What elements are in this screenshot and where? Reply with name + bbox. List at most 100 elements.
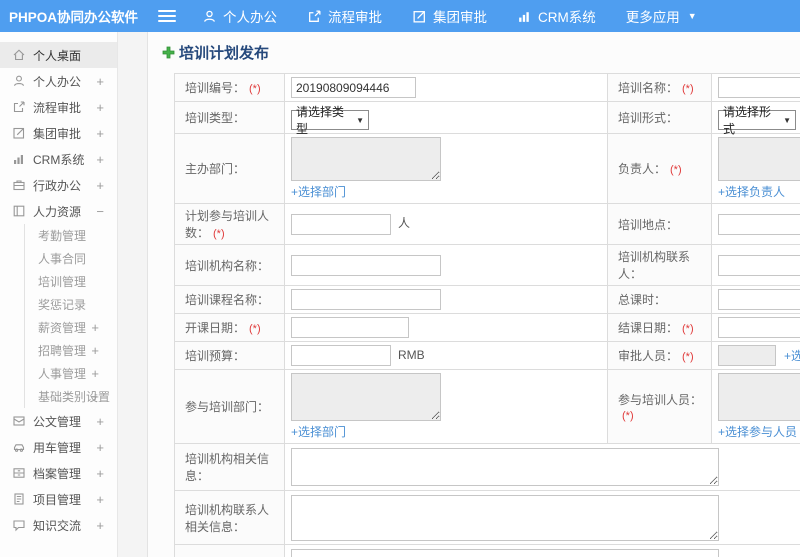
topnav-crm-system[interactable]: CRM系统 <box>517 6 596 26</box>
caret-down-icon: ▼ <box>356 115 364 125</box>
sidebar-item-group-approval[interactable]: 集团审批 + <box>0 120 117 146</box>
sidebar-item-knowledge-exchange[interactable]: 知识交流 + <box>0 512 117 538</box>
expand-toggle[interactable]: + <box>96 126 104 141</box>
end-date-input[interactable] <box>718 317 800 338</box>
sidebar-label: 培训管理 <box>38 275 87 289</box>
field-label-org-contact: 培训机构联系人： <box>607 244 712 286</box>
expand-toggle[interactable]: + <box>96 492 104 507</box>
budget-input[interactable] <box>291 345 391 366</box>
field-label-join-depts: 参与培训部门： <box>174 369 285 444</box>
clipboard-icon <box>14 493 24 505</box>
start-date-input[interactable] <box>291 317 409 338</box>
topnav-label: 更多应用 <box>625 10 680 25</box>
org-contact-info-textarea[interactable] <box>291 494 719 541</box>
expand-toggle[interactable]: + <box>91 320 99 335</box>
topnav-more-apps[interactable]: 更多应用 ▼ <box>626 6 697 26</box>
field-label-end-date: 结课日期： (*) <box>607 313 712 342</box>
expand-toggle[interactable]: + <box>96 440 104 455</box>
main-content: 培训计划发布 培训编号：(*) 培训名称：(*) 培训类型： 请选择类型 ▼ <box>148 32 800 557</box>
training-mode-select[interactable]: 请选择形式 ▼ <box>718 105 796 136</box>
total-hours-input[interactable] <box>718 289 800 310</box>
sidebar-label: 用车管理 <box>33 440 82 455</box>
sidebar-item-salary-mgmt[interactable]: 薪资管理 + <box>25 316 117 339</box>
pick-host-dept-link[interactable]: +选择部门 <box>291 183 346 200</box>
home-icon <box>13 49 25 61</box>
org-info-textarea[interactable] <box>291 448 719 486</box>
pick-approver-link[interactable]: +选择审批人员 <box>784 347 800 364</box>
topnav-flow-approval[interactable]: 流程审批 <box>307 6 382 26</box>
chat-icon <box>13 520 25 532</box>
required-mark: (*) <box>249 323 261 335</box>
required-mark: (*) <box>682 323 694 335</box>
sidebar-label: 招聘管理 <box>38 344 87 358</box>
topnav-group-approval[interactable]: 集团审批 <box>412 6 487 26</box>
expand-toggle[interactable]: + <box>96 100 104 115</box>
sidebar-item-personal-office[interactable]: 个人办公 + <box>0 68 117 94</box>
expand-toggle[interactable]: + <box>91 343 99 358</box>
sidebar-item-project-mgmt[interactable]: 项目管理 + <box>0 486 117 512</box>
host-dept-textarea[interactable] <box>291 137 441 181</box>
select-value: 请选择形式 <box>723 105 772 136</box>
sidebar-label: 薪资管理 <box>38 321 87 335</box>
training-name-input[interactable] <box>718 77 800 98</box>
org-contact-input[interactable] <box>718 254 800 276</box>
org-name-input[interactable] <box>291 254 441 276</box>
training-type-select[interactable]: 请选择类型 ▼ <box>291 105 369 136</box>
sidebar-item-admin-office[interactable]: 行政办公 + <box>0 172 117 198</box>
topnav-label: 集团审批 <box>433 10 487 25</box>
planned-count-input[interactable] <box>291 213 391 235</box>
briefcase-icon <box>13 180 25 191</box>
pick-leader-link[interactable]: +选择负责人 <box>718 183 785 200</box>
leader-textarea[interactable] <box>718 137 800 181</box>
sidebar-item-reward-punish[interactable]: 奖惩记录 <box>25 293 117 316</box>
field-label-training-type: 培训类型： <box>174 101 285 134</box>
sidebar-label: 人力资源 <box>33 204 82 219</box>
expand-toggle[interactable]: + <box>96 518 104 533</box>
sidebar-label: 公文管理 <box>33 414 82 429</box>
approver-input[interactable] <box>718 345 776 366</box>
sidebar-label: 考勤管理 <box>38 229 87 243</box>
user-icon <box>14 75 24 86</box>
pick-join-people-link[interactable]: +选择参与人员 <box>718 423 797 440</box>
sidebar-item-archive-mgmt[interactable]: 档案管理 + <box>0 460 117 486</box>
envelope-icon <box>13 416 25 426</box>
sidebar-item-recruit-mgmt[interactable]: 招聘管理 + <box>25 339 117 362</box>
sidebar-item-training-mgmt[interactable]: 培训管理 <box>25 270 117 293</box>
sidebar-item-crm-system[interactable]: CRM系统 + <box>0 146 117 172</box>
expand-toggle[interactable]: + <box>96 74 104 89</box>
pick-join-depts-link[interactable]: +选择部门 <box>291 423 346 440</box>
expand-toggle[interactable]: + <box>91 389 99 404</box>
sidebar-item-attendance-mgmt[interactable]: 考勤管理 <box>25 224 117 247</box>
field-label-org-name: 培训机构名称： <box>174 244 285 286</box>
sidebar-label: 集团审批 <box>33 126 82 141</box>
expand-toggle[interactable]: + <box>96 152 104 167</box>
field-label-org-contact-info: 培训机构联系人相关信息： <box>174 490 285 545</box>
collapse-toggle[interactable]: − <box>96 204 104 219</box>
required-mark: (*) <box>670 164 682 176</box>
field-label-budget: 培训预算： <box>174 341 285 370</box>
sidebar-item-personnel-mgmt[interactable]: 人事管理 + <box>25 362 117 385</box>
training-number-input[interactable] <box>291 77 416 98</box>
sidebar-item-document-mgmt[interactable]: 公文管理 + <box>0 408 117 434</box>
flow-share-icon <box>13 101 25 113</box>
expand-toggle[interactable]: + <box>96 414 104 429</box>
join-depts-textarea[interactable] <box>291 373 441 421</box>
expand-toggle[interactable]: + <box>96 466 104 481</box>
course-name-input[interactable] <box>291 289 441 310</box>
sidebar-item-vehicle-mgmt[interactable]: 用车管理 + <box>0 434 117 460</box>
sidebar-item-human-resources[interactable]: 人力资源 − <box>0 198 117 224</box>
topnav-personal-office[interactable]: 个人办公 <box>202 6 277 26</box>
sidebar-label: 档案管理 <box>33 466 82 481</box>
hamburger-menu-icon[interactable] <box>158 7 176 25</box>
sidebar-item-hr-contract[interactable]: 人事合同 <box>25 247 117 270</box>
select-value: 请选择类型 <box>296 105 345 136</box>
requirements-textarea[interactable] <box>291 549 719 557</box>
sidebar-item-personal-desktop[interactable]: 个人桌面 <box>0 42 117 68</box>
location-input[interactable] <box>718 213 800 235</box>
expand-toggle[interactable]: + <box>96 178 104 193</box>
join-people-textarea[interactable] <box>718 373 800 421</box>
sidebar-item-base-category[interactable]: 基础类别设置 + <box>25 385 117 408</box>
expand-toggle[interactable]: + <box>91 366 99 381</box>
page-title: 培训计划发布 <box>162 42 800 63</box>
sidebar-item-flow-approval[interactable]: 流程审批 + <box>0 94 117 120</box>
